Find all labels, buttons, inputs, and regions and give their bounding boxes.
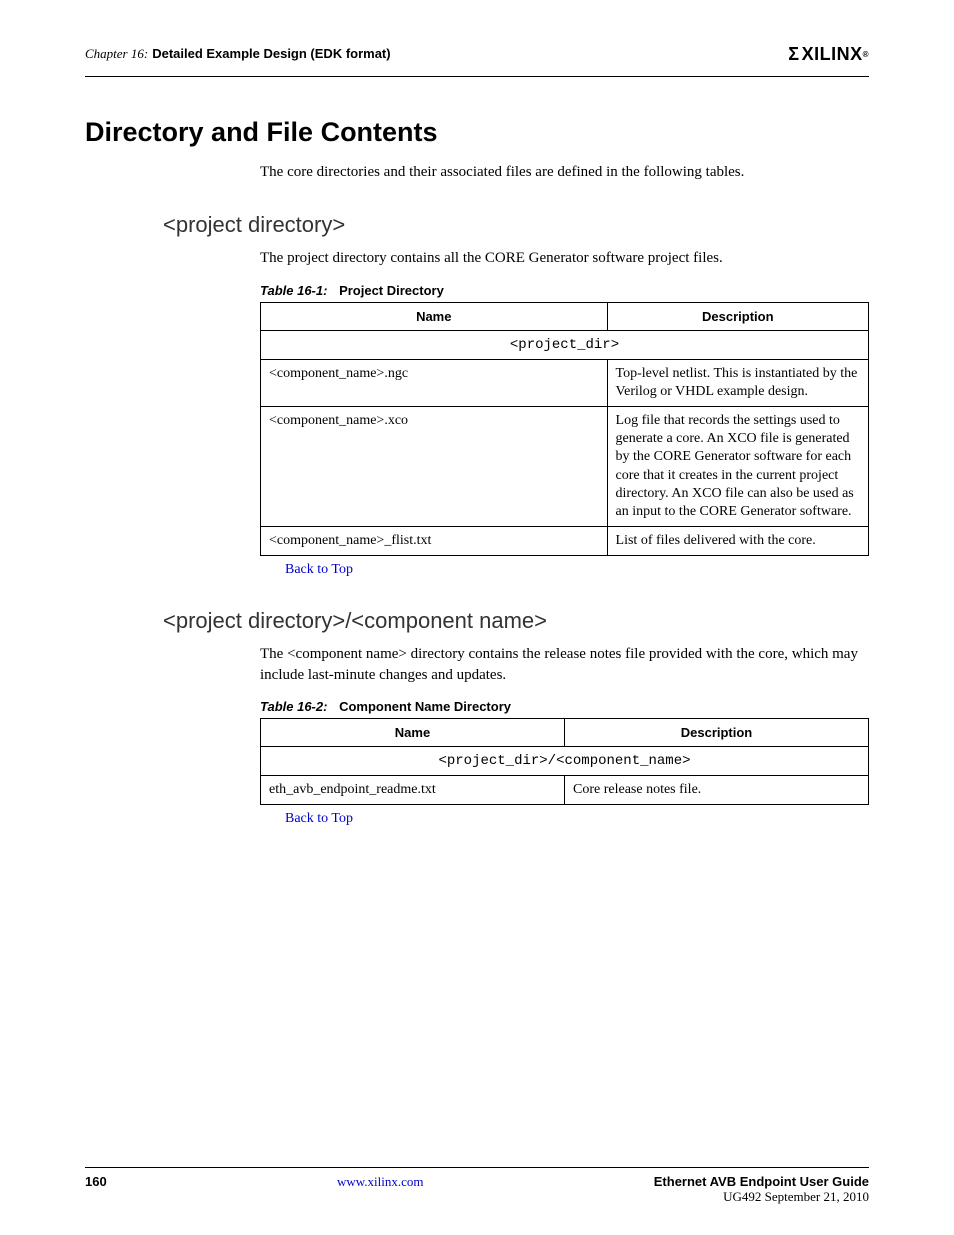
section-title: Directory and File Contents: [85, 117, 869, 148]
cell-name: <component_name>.ngc: [261, 359, 608, 406]
table-project-directory: Name Description <project_dir> <componen…: [260, 302, 869, 557]
table-caption-2: Table 16-2: Component Name Directory: [260, 699, 869, 714]
cell-name: eth_avb_endpoint_readme.txt: [261, 776, 565, 805]
subsection-heading-2: <project directory>/<component name>: [163, 608, 869, 634]
cell-desc: List of files delivered with the core.: [607, 527, 868, 556]
col-description: Description: [565, 718, 869, 746]
span-cell: <project_dir>/<component_name>: [261, 746, 869, 775]
subsection-heading-1: <project directory>: [163, 212, 869, 238]
subsection-intro-1: The project directory contains all the C…: [260, 248, 869, 268]
table-caption-title: Component Name Directory: [331, 699, 511, 714]
table-header-row: Name Description: [261, 302, 869, 330]
xilinx-logo: Σ XILINX®: [788, 44, 869, 65]
page-header: Chapter 16: Detailed Example Design (EDK…: [0, 0, 954, 70]
col-description: Description: [607, 302, 868, 330]
chapter-title: Detailed Example Design (EDK format): [152, 46, 390, 61]
logo-text: XILINX: [802, 44, 863, 65]
table-row: <component_name>.ngc Top-level netlist. …: [261, 359, 869, 406]
span-cell: <project_dir>: [261, 330, 869, 359]
table-header-row: Name Description: [261, 718, 869, 746]
table-row: <component_name>.xco Log file that recor…: [261, 407, 869, 527]
cell-desc: Top-level netlist. This is instantiated …: [607, 359, 868, 406]
subsection-intro-2: The <component name> directory contains …: [260, 644, 869, 685]
col-name: Name: [261, 718, 565, 746]
cell-name: <component_name>_flist.txt: [261, 527, 608, 556]
logo-dot: ®: [863, 50, 869, 59]
back-to-top-link[interactable]: Back to Top: [285, 811, 869, 827]
chapter-breadcrumb: Chapter 16: Detailed Example Design (EDK…: [85, 45, 391, 63]
footer-date: UG492 September 21, 2010: [654, 1189, 869, 1205]
table-row: eth_avb_endpoint_readme.txt Core release…: [261, 776, 869, 805]
table-row: <component_name>_flist.txt List of files…: [261, 527, 869, 556]
page-number: 160: [85, 1174, 107, 1205]
table-caption-prefix: Table 16-1:: [260, 283, 327, 298]
table-caption-title: Project Directory: [331, 283, 444, 298]
footer-guide: Ethernet AVB Endpoint User Guide: [654, 1174, 869, 1189]
back-to-top-link[interactable]: Back to Top: [285, 562, 869, 578]
footer-right: Ethernet AVB Endpoint User Guide UG492 S…: [654, 1174, 869, 1205]
table-caption-1: Table 16-1: Project Directory: [260, 283, 869, 298]
page-content: Directory and File Contents The core dir…: [0, 77, 954, 827]
section-intro: The core directories and their associate…: [260, 162, 869, 182]
cell-desc: Core release notes file.: [565, 776, 869, 805]
page-footer: 160 www.xilinx.com Ethernet AVB Endpoint…: [85, 1167, 869, 1205]
table-caption-prefix: Table 16-2:: [260, 699, 327, 714]
table-component-name-directory: Name Description <project_dir>/<componen…: [260, 718, 869, 805]
cell-name: <component_name>.xco: [261, 407, 608, 527]
footer-url[interactable]: www.xilinx.com: [337, 1174, 424, 1205]
table-span-row: <project_dir>: [261, 330, 869, 359]
cell-desc: Log file that records the settings used …: [607, 407, 868, 527]
col-name: Name: [261, 302, 608, 330]
chapter-prefix: Chapter 16:: [85, 46, 148, 61]
footer-url-text: www.xilinx.com: [337, 1174, 424, 1189]
table-span-row: <project_dir>/<component_name>: [261, 746, 869, 775]
summation-icon: Σ: [788, 44, 799, 65]
